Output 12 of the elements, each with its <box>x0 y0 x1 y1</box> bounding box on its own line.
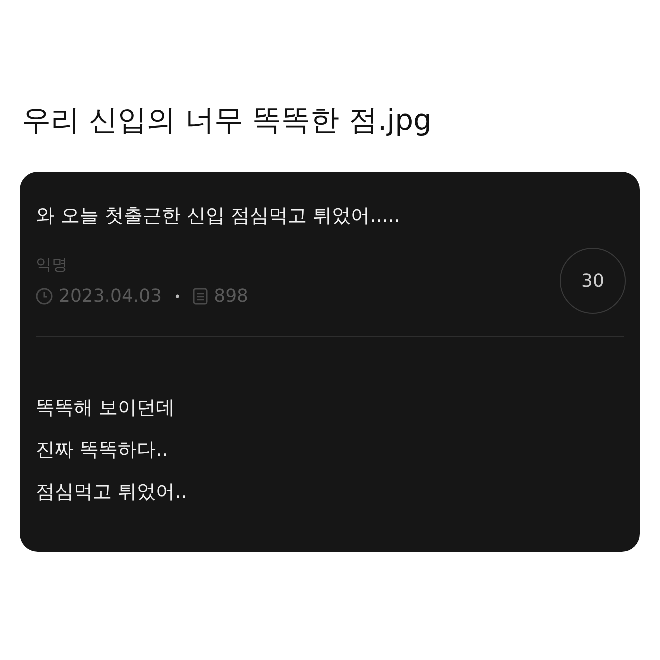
clock-icon <box>36 288 53 305</box>
document-icon <box>193 288 208 305</box>
comment-count[interactable]: 30 <box>560 248 626 314</box>
author-name: 익명 <box>36 255 69 276</box>
body-line: 점심먹고 튀었어.. <box>36 480 188 505</box>
view-count: 898 <box>214 286 248 307</box>
page-title: 우리 신입의 너무 똑똑한 점.jpg <box>22 102 433 139</box>
body-line: 똑똑해 보이던데 <box>36 396 176 421</box>
separator-dot: • <box>174 290 182 304</box>
body-line: 진짜 똑똑하다.. <box>36 438 170 463</box>
post-title: 와 오늘 첫출근한 신입 점심먹고 튀었어..... <box>36 204 400 229</box>
post-date: 2023.04.03 <box>59 286 162 307</box>
